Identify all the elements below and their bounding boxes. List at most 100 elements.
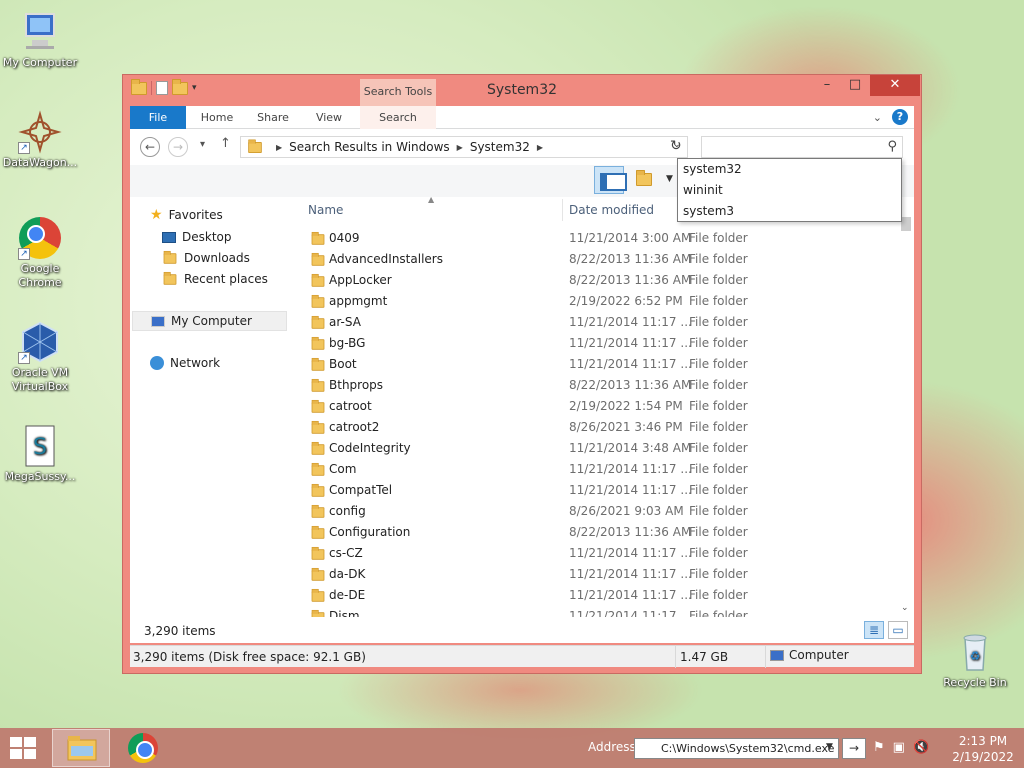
- desktop-icon-google-chrome[interactable]: ↗ Google Chrome: [0, 216, 80, 290]
- breadcrumb-item[interactable]: System32: [470, 140, 530, 154]
- nav-item-network[interactable]: Network: [150, 353, 220, 373]
- file-date-modified: 11/21/2014 11:17 ...: [569, 588, 692, 602]
- clock[interactable]: 2:13 PM 2/19/2022: [948, 733, 1018, 765]
- table-row[interactable]: AdvancedInstallers 8/22/2013 11:36 AM File…: [300, 249, 898, 270]
- table-row[interactable]: cs-CZ 11/21/2014 11:17 ... File folder: [300, 543, 898, 564]
- table-row[interactable]: AppLocker 8/22/2013 11:36 AM File folder: [300, 270, 898, 291]
- file-type: File folder: [689, 588, 748, 602]
- table-row[interactable]: Configuration 8/22/2013 11:36 AM File fold…: [300, 522, 898, 543]
- tab-file[interactable]: File: [130, 106, 186, 129]
- search-suggestions: system32 wininit system3: [677, 158, 902, 222]
- chevron-right-icon[interactable]: ▶: [537, 143, 543, 152]
- chevron-right-icon[interactable]: ▶: [457, 143, 463, 152]
- action-center-flag-icon[interactable]: ⚑: [873, 740, 885, 755]
- nav-item-label: Favorites: [168, 208, 223, 222]
- tab-home[interactable]: Home: [192, 106, 242, 129]
- svg-text:♻: ♻: [970, 649, 981, 663]
- file-type: File folder: [689, 378, 748, 392]
- recent-locations-icon[interactable]: ▾: [200, 139, 205, 150]
- refresh-icon[interactable]: ↻: [670, 138, 682, 154]
- close-button[interactable]: ✕: [870, 75, 920, 96]
- nav-item-my-computer[interactable]: My Computer: [132, 311, 287, 331]
- network-status-icon[interactable]: ▣: [893, 740, 905, 755]
- desktop-icon-recycle-bin[interactable]: ♻ Recycle Bin: [935, 630, 1015, 690]
- folder-options-icon[interactable]: [636, 170, 652, 186]
- suggestion-item[interactable]: wininit: [678, 180, 901, 201]
- table-row[interactable]: de-DE 11/21/2014 11:17 ... File folder: [300, 585, 898, 606]
- large-icons-view-button[interactable]: [888, 621, 908, 639]
- desktop-icon-virtualbox[interactable]: ↗ Oracle VM VirtualBox: [0, 320, 80, 394]
- windows-logo-icon[interactable]: [10, 737, 38, 761]
- search-icon[interactable]: ⚲: [887, 139, 897, 154]
- vertical-scrollbar[interactable]: ⌄: [898, 197, 914, 617]
- file-explorer-icon: [67, 736, 97, 761]
- table-row[interactable]: catroot2 8/26/2021 3:46 PM File folder: [300, 417, 898, 438]
- suggestion-item[interactable]: system3: [678, 201, 901, 222]
- scroll-down-icon[interactable]: ⌄: [901, 603, 909, 613]
- scrollbar-thumb[interactable]: [901, 217, 911, 231]
- tab-search[interactable]: Search: [360, 106, 436, 129]
- file-name: Dism: [329, 609, 360, 617]
- forward-button[interactable]: →: [168, 137, 188, 157]
- file-type: File folder: [689, 294, 748, 308]
- suggestion-item[interactable]: system32: [678, 159, 901, 180]
- table-row[interactable]: catroot 2/19/2022 1:54 PM File folder: [300, 396, 898, 417]
- expand-ribbon-icon[interactable]: ⌄: [873, 111, 882, 124]
- go-button[interactable]: →: [842, 738, 866, 759]
- table-row[interactable]: da-DK 11/21/2014 11:17 ... File folder: [300, 564, 898, 585]
- table-row[interactable]: Boot 11/21/2014 11:17 ... File folder: [300, 354, 898, 375]
- chevron-down-icon[interactable]: ▼: [666, 174, 673, 184]
- taskbar-file-explorer[interactable]: [52, 729, 110, 767]
- preview-pane-button[interactable]: [594, 166, 627, 194]
- volume-muted-icon[interactable]: 🔇: [913, 740, 929, 755]
- up-arrow-icon[interactable]: ↑: [220, 136, 231, 151]
- folder-icon: [311, 294, 325, 308]
- back-button[interactable]: ←: [140, 137, 160, 157]
- maximize-button[interactable]: □: [841, 75, 869, 96]
- column-header-name[interactable]: Name: [308, 203, 343, 217]
- table-row[interactable]: config 8/26/2021 9:03 AM File folder: [300, 501, 898, 522]
- nav-item-desktop[interactable]: Desktop: [162, 227, 232, 247]
- table-row[interactable]: bg-BG 11/21/2014 11:17 ... File folder: [300, 333, 898, 354]
- nav-item-recent-places[interactable]: Recent places: [162, 269, 268, 289]
- chevron-right-icon[interactable]: ▶: [276, 143, 282, 152]
- folder-icon: [311, 546, 325, 560]
- desktop-icon-datawagon[interactable]: ↗ DataWagon...: [0, 110, 80, 170]
- taskbar-address-input[interactable]: C:\Windows\System32\cmd.exe: [634, 738, 839, 759]
- table-row[interactable]: CompatTel 11/21/2014 11:17 ... File folder: [300, 480, 898, 501]
- table-row[interactable]: 0409 11/21/2014 3:00 AM File folder: [300, 228, 898, 249]
- table-row[interactable]: appmgmt 2/19/2022 6:52 PM File folder: [300, 291, 898, 312]
- help-icon[interactable]: ?: [892, 109, 908, 125]
- desktop-icon-megasussy[interactable]: S MegaSussy...: [0, 424, 80, 484]
- address-bar[interactable]: ▶ Search Results in Windows ▶ System32 ▶…: [240, 136, 688, 158]
- search-input[interactable]: ⚲: [701, 136, 903, 158]
- table-row[interactable]: ar-SA 11/21/2014 11:17 ... File folder: [300, 312, 898, 333]
- file-name: 0409: [329, 231, 360, 245]
- tab-share[interactable]: Share: [248, 106, 298, 129]
- nav-item-downloads[interactable]: Downloads: [162, 248, 250, 268]
- folder-icon: [311, 315, 325, 329]
- folder-icon: [311, 231, 325, 245]
- tab-view[interactable]: View: [304, 106, 354, 129]
- file-type: File folder: [689, 546, 748, 560]
- file-type: File folder: [689, 315, 748, 329]
- column-header-date[interactable]: Date modified: [569, 203, 654, 217]
- desktop-icon-label: MegaSussy...: [4, 470, 76, 483]
- file-name: Configuration: [329, 525, 411, 539]
- total-size: 1.47 GB: [680, 650, 729, 664]
- desktop-icon-my-computer[interactable]: My Computer: [0, 10, 80, 70]
- chevron-down-icon[interactable]: ▼: [826, 742, 833, 752]
- details-view-button[interactable]: [864, 621, 884, 639]
- table-row[interactable]: Dism 11/21/2014 11:17 ... File folder: [300, 606, 898, 617]
- table-row[interactable]: Com 11/21/2014 11:17 ... File folder: [300, 459, 898, 480]
- folder-icon: [311, 252, 325, 266]
- breadcrumb-item[interactable]: Search Results in Windows: [289, 140, 450, 154]
- table-row[interactable]: Bthprops 8/22/2013 11:36 AM File folder: [300, 375, 898, 396]
- minimize-button[interactable]: –: [813, 75, 841, 96]
- taskbar-chrome[interactable]: [114, 729, 172, 767]
- network-icon: [150, 356, 164, 370]
- computer-icon: [151, 315, 165, 327]
- title-bar[interactable]: ▾ System32 – □ ✕: [123, 75, 921, 105]
- nav-item-favorites[interactable]: ★ Favorites: [150, 205, 223, 225]
- table-row[interactable]: CodeIntegrity 11/21/2014 3:48 AM File fold…: [300, 438, 898, 459]
